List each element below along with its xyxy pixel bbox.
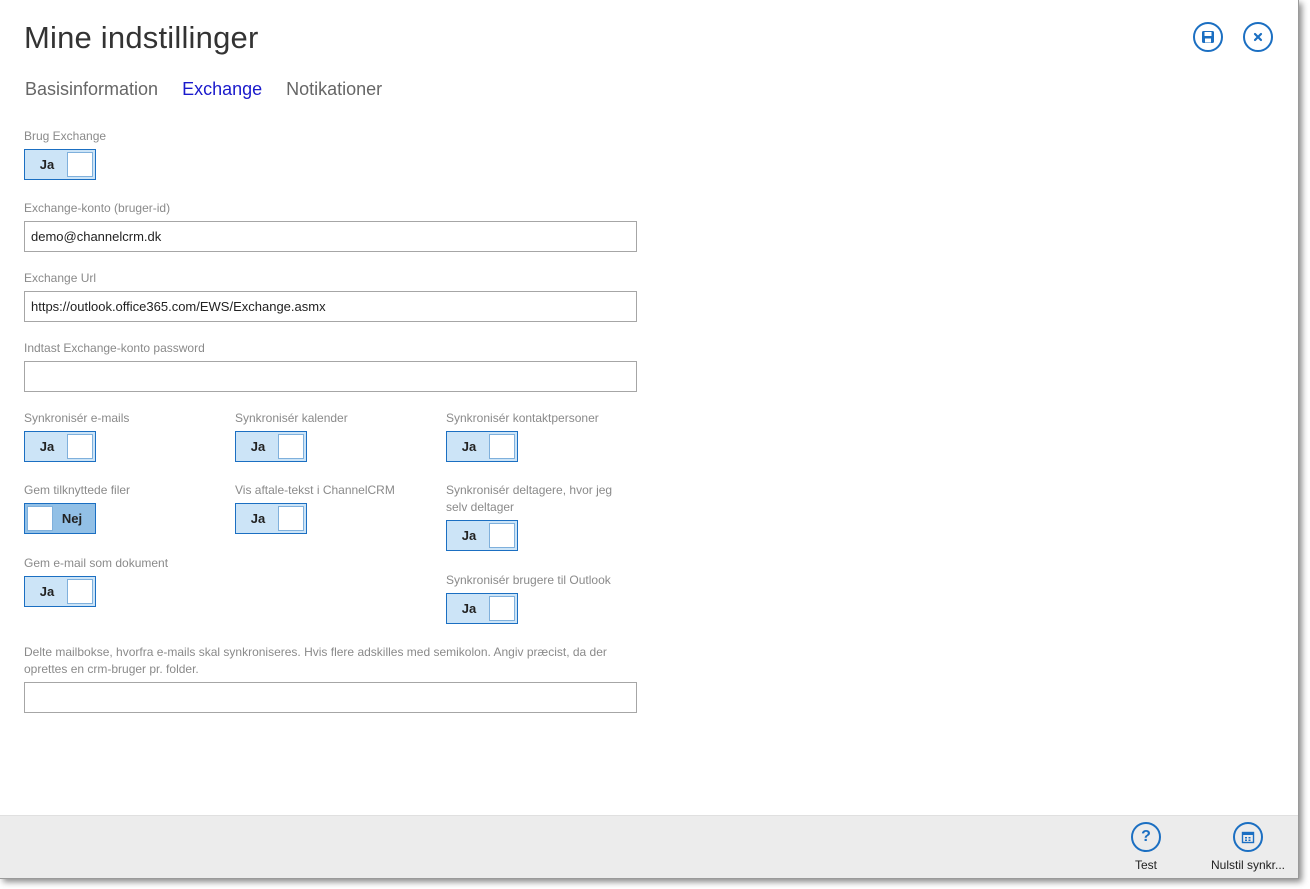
show-appointment-text-label: Vis aftale-tekst i ChannelCRM — [235, 483, 395, 497]
use-exchange-label: Brug Exchange — [24, 129, 107, 143]
show-appointment-text-toggle[interactable]: Ja — [235, 503, 307, 534]
sync-calendar-toggle[interactable]: Ja — [235, 431, 307, 462]
toggle-value: Ja — [250, 511, 266, 526]
label-line: selv deltager — [446, 500, 515, 514]
toggle-knob — [67, 152, 93, 177]
save-icon — [1202, 31, 1214, 43]
toggle-value: Ja — [39, 439, 55, 454]
toggle-knob — [489, 596, 515, 621]
reset-sync-button[interactable]: Nulstil synkr... — [1208, 822, 1288, 872]
account-label: Exchange-konto (bruger-id) — [24, 201, 171, 215]
question-icon: ? — [1131, 822, 1161, 852]
sync-users-outlook-label: Synkronisér brugere til Outlook — [446, 573, 611, 587]
close-icon — [1253, 32, 1263, 42]
toggle-knob — [278, 506, 304, 531]
url-label: Exchange Url — [24, 271, 97, 285]
sync-calendar-label: Synkronisér kalender — [235, 411, 348, 425]
toggle-value: Ja — [250, 439, 266, 454]
test-label: Test — [1134, 858, 1157, 872]
label-line: Delte mailbokse, hvorfra e-mails skal sy… — [24, 645, 607, 659]
tab-basisinformation[interactable]: Basisinformation — [25, 79, 158, 100]
toggle-value: Ja — [39, 157, 55, 172]
reset-sync-label: Nulstil synkr... — [1210, 858, 1285, 872]
toggle-value: Ja — [461, 528, 477, 543]
shared-mailboxes-input[interactable] — [24, 682, 637, 713]
toggle-knob — [278, 434, 304, 459]
toggle-knob — [67, 579, 93, 604]
sync-contacts-toggle[interactable]: Ja — [446, 431, 518, 462]
password-label: Indtast Exchange-konto password — [24, 341, 205, 355]
test-button[interactable]: ? Test — [1126, 822, 1166, 872]
save-email-doc-label: Gem e-mail som dokument — [24, 556, 169, 570]
toggle-value: Nej — [61, 511, 83, 526]
footer-bar: ? Test Nulstil synkr... — [0, 815, 1298, 878]
close-button[interactable] — [1243, 22, 1273, 52]
toggle-value: Ja — [39, 584, 55, 599]
password-input[interactable] — [24, 361, 637, 392]
calendar-icon — [1233, 822, 1263, 852]
url-input[interactable]: https://outlook.office365.com/EWS/Exchan… — [24, 291, 637, 322]
sync-users-outlook-toggle[interactable]: Ja — [446, 593, 518, 624]
sync-emails-label: Synkronisér e-mails — [24, 411, 130, 425]
sync-participants-toggle[interactable]: Ja — [446, 520, 518, 551]
toggle-knob — [67, 434, 93, 459]
shared-mailboxes-label: Delte mailbokse, hvorfra e-mails skal sy… — [24, 644, 644, 678]
use-exchange-toggle[interactable]: Ja — [24, 149, 96, 180]
tab-notikationer[interactable]: Notikationer — [286, 79, 382, 100]
label-line: oprettes en crm-bruger pr. folder. — [24, 662, 199, 676]
tab-bar: Basisinformation Exchange Notikationer — [25, 79, 382, 100]
toggle-value: Ja — [461, 601, 477, 616]
account-input[interactable]: demo@channelcrm.dk — [24, 221, 637, 252]
save-button[interactable] — [1193, 22, 1223, 52]
sync-emails-toggle[interactable]: Ja — [24, 431, 96, 462]
sync-participants-label: Synkronisér deltagere, hvor jeg selv del… — [446, 482, 612, 516]
tab-exchange[interactable]: Exchange — [182, 79, 262, 100]
toggle-value: Ja — [461, 439, 477, 454]
save-attachments-toggle[interactable]: Nej — [24, 503, 96, 534]
page-title: Mine indstillinger — [24, 20, 259, 55]
toggle-knob — [489, 523, 515, 548]
save-email-doc-toggle[interactable]: Ja — [24, 576, 96, 607]
label-line: Synkronisér deltagere, hvor jeg — [446, 483, 613, 497]
sync-contacts-label: Synkronisér kontaktpersoner — [446, 411, 599, 425]
settings-window: Mine indstillinger Basisinformation Exch… — [0, 0, 1299, 879]
toggle-knob — [489, 434, 515, 459]
save-attachments-label: Gem tilknyttede filer — [24, 483, 131, 497]
